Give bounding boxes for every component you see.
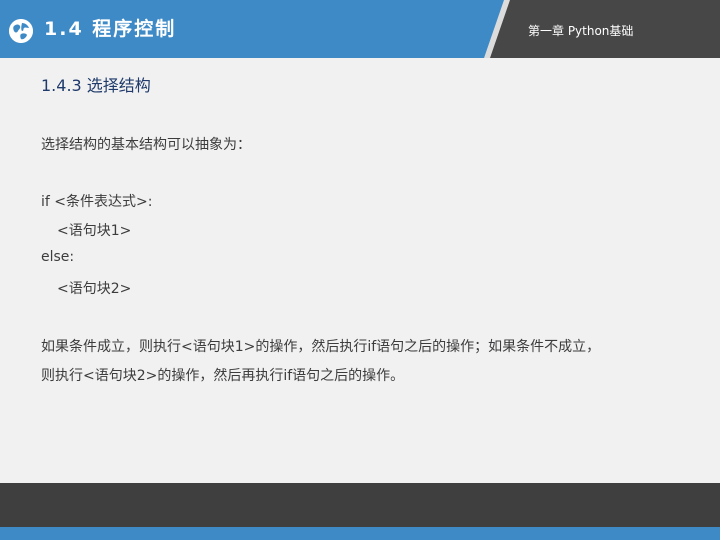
explanation-line-1: 如果条件成立，则执行<语句块1>的操作，然后执行if语句之后的操作；如果条件不成…: [41, 339, 601, 355]
explanation-line-2: 则执行<语句块2>的操作，然后再执行if语句之后的操作。: [41, 368, 405, 384]
section-title: 1.4 程序控制: [44, 18, 177, 40]
footer-accent-bar: [0, 527, 720, 540]
footer-dark-bar: [0, 483, 720, 527]
code-line-block1: <语句块1>: [57, 223, 132, 239]
code-line-block2: <语句块2>: [57, 281, 132, 297]
chapter-label: 第一章 Python基础: [528, 24, 634, 38]
globe-icon: [9, 19, 33, 43]
header-bar: 1.4 程序控制 第一章 Python基础: [0, 0, 720, 58]
subheading: 1.4.3 选择结构: [41, 76, 151, 95]
code-line-if: if <条件表达式>:: [41, 194, 153, 210]
code-line-else: else:: [41, 249, 75, 265]
intro-text: 选择结构的基本结构可以抽象为：: [41, 137, 251, 153]
